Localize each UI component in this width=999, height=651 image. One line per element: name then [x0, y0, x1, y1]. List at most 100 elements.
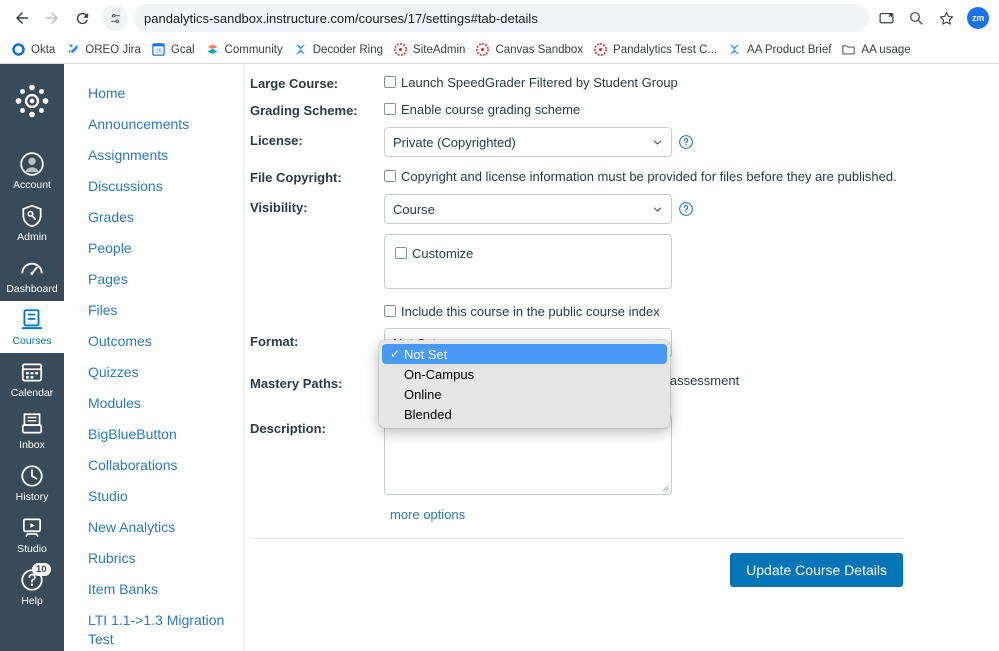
reload-button[interactable]: [68, 4, 96, 32]
grading-scheme-checkbox[interactable]: [384, 103, 396, 115]
course-nav-item-assignments[interactable]: Assignments: [64, 140, 243, 171]
course-nav-item-pages[interactable]: Pages: [64, 264, 243, 295]
bookmark-gcal[interactable]: 16 Gcal: [146, 39, 200, 61]
address-bar-url: pandalytics-sandbox.instructure.com/cour…: [144, 10, 538, 26]
grading-scheme-checkbox-label: Enable course grading scheme: [401, 102, 581, 117]
course-nav-item-discussions[interactable]: Discussions: [64, 171, 243, 202]
grading-scheme-checkbox-row[interactable]: Enable course grading scheme: [384, 97, 580, 118]
bookmark-oreo-jira[interactable]: OREO Jira: [60, 39, 146, 61]
format-option-blended[interactable]: Blended: [382, 404, 667, 424]
profile-avatar[interactable]: zm: [967, 7, 989, 29]
format-option-not-set[interactable]: ✓ Not Set: [382, 344, 667, 364]
bookmark-canvas-sandbox[interactable]: Canvas Sandbox: [470, 39, 588, 61]
form-row-visibility: Visibility: Course: [244, 194, 999, 224]
public-index-checkbox[interactable]: [384, 305, 396, 317]
update-course-details-button[interactable]: Update Course Details: [730, 553, 903, 587]
resize-grip-icon[interactable]: [661, 484, 669, 492]
bookmark-siteadmin[interactable]: SiteAdmin: [388, 39, 470, 61]
course-nav-item-quizzes[interactable]: Quizzes: [64, 357, 243, 388]
bookmark-community[interactable]: Community: [200, 39, 288, 61]
bookmark-aa-usage[interactable]: AA usage: [836, 39, 915, 61]
cast-button[interactable]: [873, 5, 899, 31]
chevron-down-icon: [653, 206, 662, 212]
global-nav-item-calendar[interactable]: Calendar: [0, 353, 64, 405]
public-index-checkbox-row[interactable]: Include this course in the public course…: [384, 299, 660, 320]
course-nav-item-item-banks[interactable]: Item Banks: [64, 574, 243, 605]
bookmark-okta[interactable]: Okta: [6, 39, 60, 61]
zoom-search-icon: [910, 12, 923, 25]
course-nav-item-grades[interactable]: Grades: [64, 202, 243, 233]
zoom-button[interactable]: [903, 5, 929, 31]
format-option-label: On-Campus: [404, 366, 475, 382]
global-navigation: Account Admin Dashboard Courses Calendar…: [0, 64, 64, 651]
course-nav-item-people[interactable]: People: [64, 233, 243, 264]
clock-history-icon: [21, 465, 43, 487]
course-nav-item-collaborations[interactable]: Collaborations: [64, 450, 243, 481]
public-index-checkbox-label: Include this course in the public course…: [401, 304, 660, 319]
customize-checkbox[interactable]: [395, 247, 407, 259]
canvas-logo[interactable]: [13, 82, 51, 125]
global-nav-item-account[interactable]: Account: [0, 145, 64, 197]
back-button[interactable]: [8, 4, 36, 32]
description-label: Description:: [250, 421, 326, 436]
customize-panel: Customize: [384, 234, 672, 289]
chevron-down-icon: [653, 139, 662, 145]
large-course-checkbox[interactable]: [384, 76, 396, 88]
format-option-online[interactable]: Online: [382, 384, 667, 404]
bookmark-label: Gcal: [170, 43, 195, 56]
large-course-checkbox-row[interactable]: Launch SpeedGrader Filtered by Student G…: [384, 70, 678, 91]
forward-button[interactable]: [38, 4, 66, 32]
visibility-select[interactable]: Course: [384, 194, 672, 224]
global-nav-item-courses[interactable]: Courses: [0, 301, 64, 353]
visibility-help-icon[interactable]: [678, 201, 694, 217]
global-nav-label: Account: [13, 179, 51, 191]
bookmark-star-button[interactable]: [933, 5, 959, 31]
license-select[interactable]: Private (Copyrighted): [384, 127, 672, 157]
bookmark-label: Pandalytics Test C...: [613, 43, 718, 56]
bookmark-label: SiteAdmin: [413, 43, 466, 56]
license-help-icon[interactable]: [678, 134, 694, 150]
back-arrow-icon: [16, 12, 28, 24]
form-divider: [250, 538, 903, 539]
global-nav-item-admin[interactable]: Admin: [0, 197, 64, 249]
studio-screen-icon: [23, 518, 41, 538]
avatar-initials: zm: [972, 13, 984, 23]
course-settings-content: Large Course: Launch SpeedGrader Filtere…: [244, 64, 999, 651]
inbox-icon: [21, 413, 43, 434]
global-nav-item-history[interactable]: History: [0, 457, 64, 509]
bookmark-pandalytics-test[interactable]: Pandalytics Test C...: [588, 39, 722, 61]
file-copyright-checkbox[interactable]: [384, 170, 396, 182]
google-calendar-icon: 16: [152, 43, 165, 56]
format-dropdown-popup[interactable]: ✓ Not Set On-Campus Online Blended: [379, 340, 670, 428]
form-row-customize: Customize: [244, 234, 999, 289]
format-option-label: Blended: [404, 406, 452, 422]
bookmarks-bar: Okta OREO Jira 16 Gcal Community Decoder…: [0, 36, 999, 64]
course-nav-item-studio[interactable]: Studio: [64, 481, 243, 512]
course-nav-item-outcomes[interactable]: Outcomes: [64, 326, 243, 357]
bookmark-decoder-ring[interactable]: Decoder Ring: [288, 39, 388, 61]
site-settings-button[interactable]: [102, 5, 128, 31]
browser-toolbar: pandalytics-sandbox.instructure.com/cour…: [0, 0, 999, 36]
global-nav-item-inbox[interactable]: Inbox: [0, 405, 64, 457]
course-nav-item-new-analytics[interactable]: New Analytics: [64, 512, 243, 543]
global-nav-item-help[interactable]: 10 Help: [0, 561, 64, 613]
course-nav-item-announcements[interactable]: Announcements: [64, 109, 243, 140]
course-nav-item-files[interactable]: Files: [64, 295, 243, 326]
course-nav-item-bigbluebutton[interactable]: BigBlueButton: [64, 419, 243, 450]
file-copyright-label: File Copyright:: [250, 170, 342, 185]
global-nav-label: History: [15, 491, 49, 503]
format-option-on-campus[interactable]: On-Campus: [382, 364, 667, 384]
course-nav-item-rubrics[interactable]: Rubrics: [64, 543, 243, 574]
bookmark-aa-product-brief[interactable]: AA Product Brief: [722, 39, 836, 61]
course-nav-item-home[interactable]: Home: [64, 78, 243, 109]
canvas-panda-icon: [476, 43, 490, 56]
customize-checkbox-row[interactable]: Customize: [395, 245, 661, 262]
global-nav-item-studio[interactable]: Studio: [0, 509, 64, 561]
large-course-label: Large Course:: [250, 76, 339, 91]
course-nav-item-modules[interactable]: Modules: [64, 388, 243, 419]
global-nav-item-dashboard[interactable]: Dashboard: [0, 249, 64, 301]
course-nav-item-lti-migration[interactable]: LTI 1.1->1.3 Migration Test: [64, 605, 243, 651]
file-copyright-checkbox-row[interactable]: Copyright and license information must b…: [384, 164, 897, 185]
address-bar[interactable]: pandalytics-sandbox.instructure.com/cour…: [134, 4, 869, 32]
more-options-link[interactable]: more options: [390, 507, 465, 522]
